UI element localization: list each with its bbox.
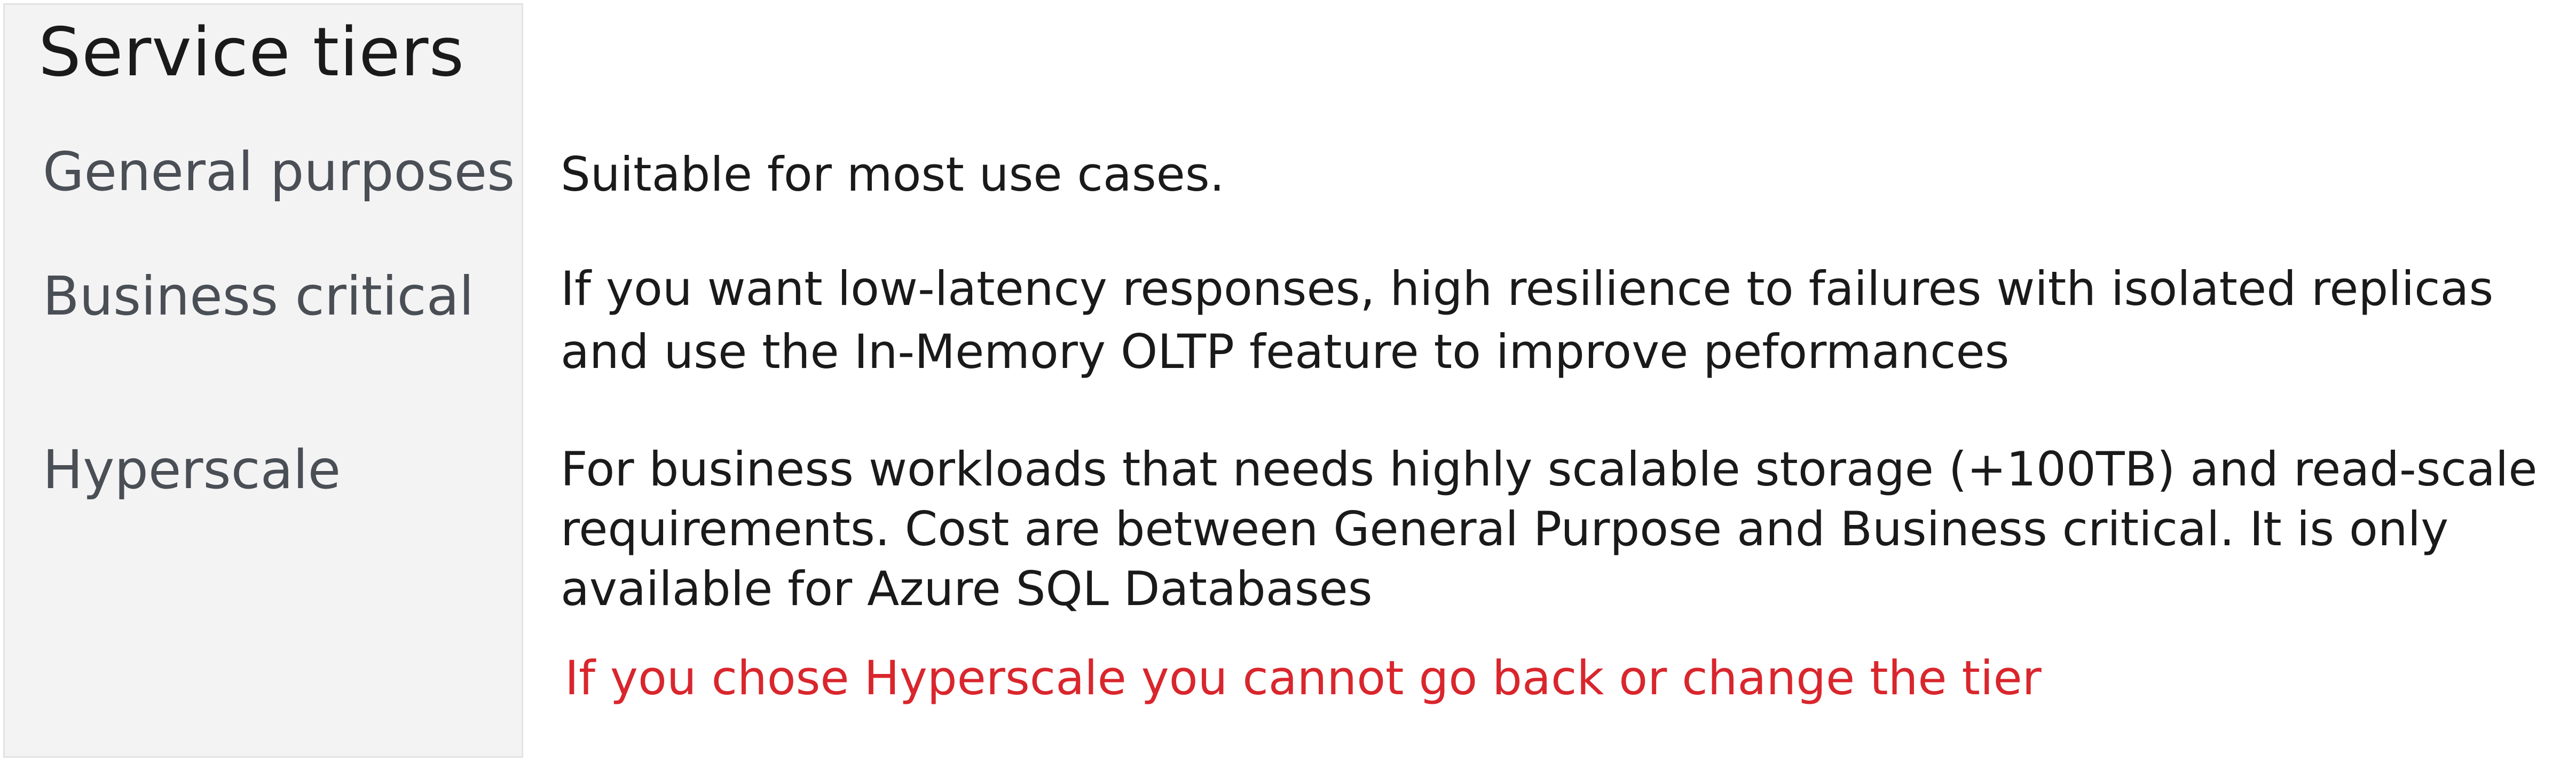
hyperscale-warning-text: If you chose Hyperscale you cannot go ba… [565,650,2042,705]
tier-names-panel [3,3,523,758]
tier-description-hyperscale-line-1: For business workloads that needs highly… [561,442,2538,497]
tier-description-business-critical-line-2: and use the In-Memory OLTP feature to im… [561,324,2010,379]
tier-description-hyperscale-line-2: requirements. Cost are between General P… [561,501,2449,556]
tier-name-business-critical: Business critical [43,265,474,327]
tier-description-business-critical-line-1: If you want low-latency responses, high … [561,261,2494,316]
tier-name-general-purposes: General purposes [43,140,515,203]
diagram-title: Service tiers [38,13,465,91]
tier-description-general-purposes-line-1: Suitable for most use cases. [561,147,1225,202]
tier-name-hyperscale: Hyperscale [43,438,341,501]
tier-description-hyperscale-line-3: available for Azure SQL Databases [561,561,1373,616]
